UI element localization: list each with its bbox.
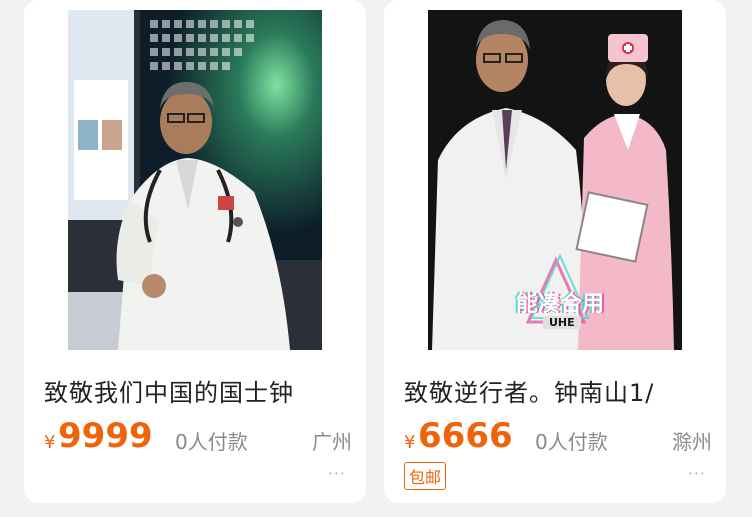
free-shipping-badge: 包邮	[404, 462, 447, 490]
seller-location: 滁州	[672, 430, 712, 454]
product-price: 9999	[58, 416, 153, 456]
price-row: ¥ 9999 0人付款 广州	[44, 416, 352, 456]
more-options-icon[interactable]: ···	[328, 464, 346, 483]
watermark-text: 能凑合用	[516, 292, 605, 317]
currency-symbol: ¥	[44, 432, 56, 453]
product-image[interactable]	[68, 10, 322, 350]
seller-location: 广州	[312, 430, 352, 454]
paid-count: 0人付款	[175, 430, 248, 454]
doctor-figure-photo	[68, 10, 322, 350]
watermark-subtext: UHE	[543, 316, 581, 329]
price-row: ¥ 6666 0人付款 滁州	[404, 416, 712, 456]
product-image[interactable]: 能凑合用 UHE	[428, 10, 682, 350]
product-title[interactable]: 致敬我们中国的国士钟	[44, 373, 356, 408]
product-card[interactable]: 能凑合用 UHE 致敬逆行者。钟南山1/ ¥ 6666 0人付款 滁州 包邮 ·…	[384, 0, 726, 503]
product-title[interactable]: 致敬逆行者。钟南山1/	[404, 373, 716, 408]
more-options-icon[interactable]: ···	[688, 464, 706, 483]
product-price: 6666	[418, 416, 513, 456]
paid-count: 0人付款	[535, 430, 608, 454]
currency-symbol: ¥	[404, 432, 416, 453]
product-card[interactable]: 致敬我们中国的国士钟 ¥ 9999 0人付款 广州 ···	[24, 0, 366, 503]
